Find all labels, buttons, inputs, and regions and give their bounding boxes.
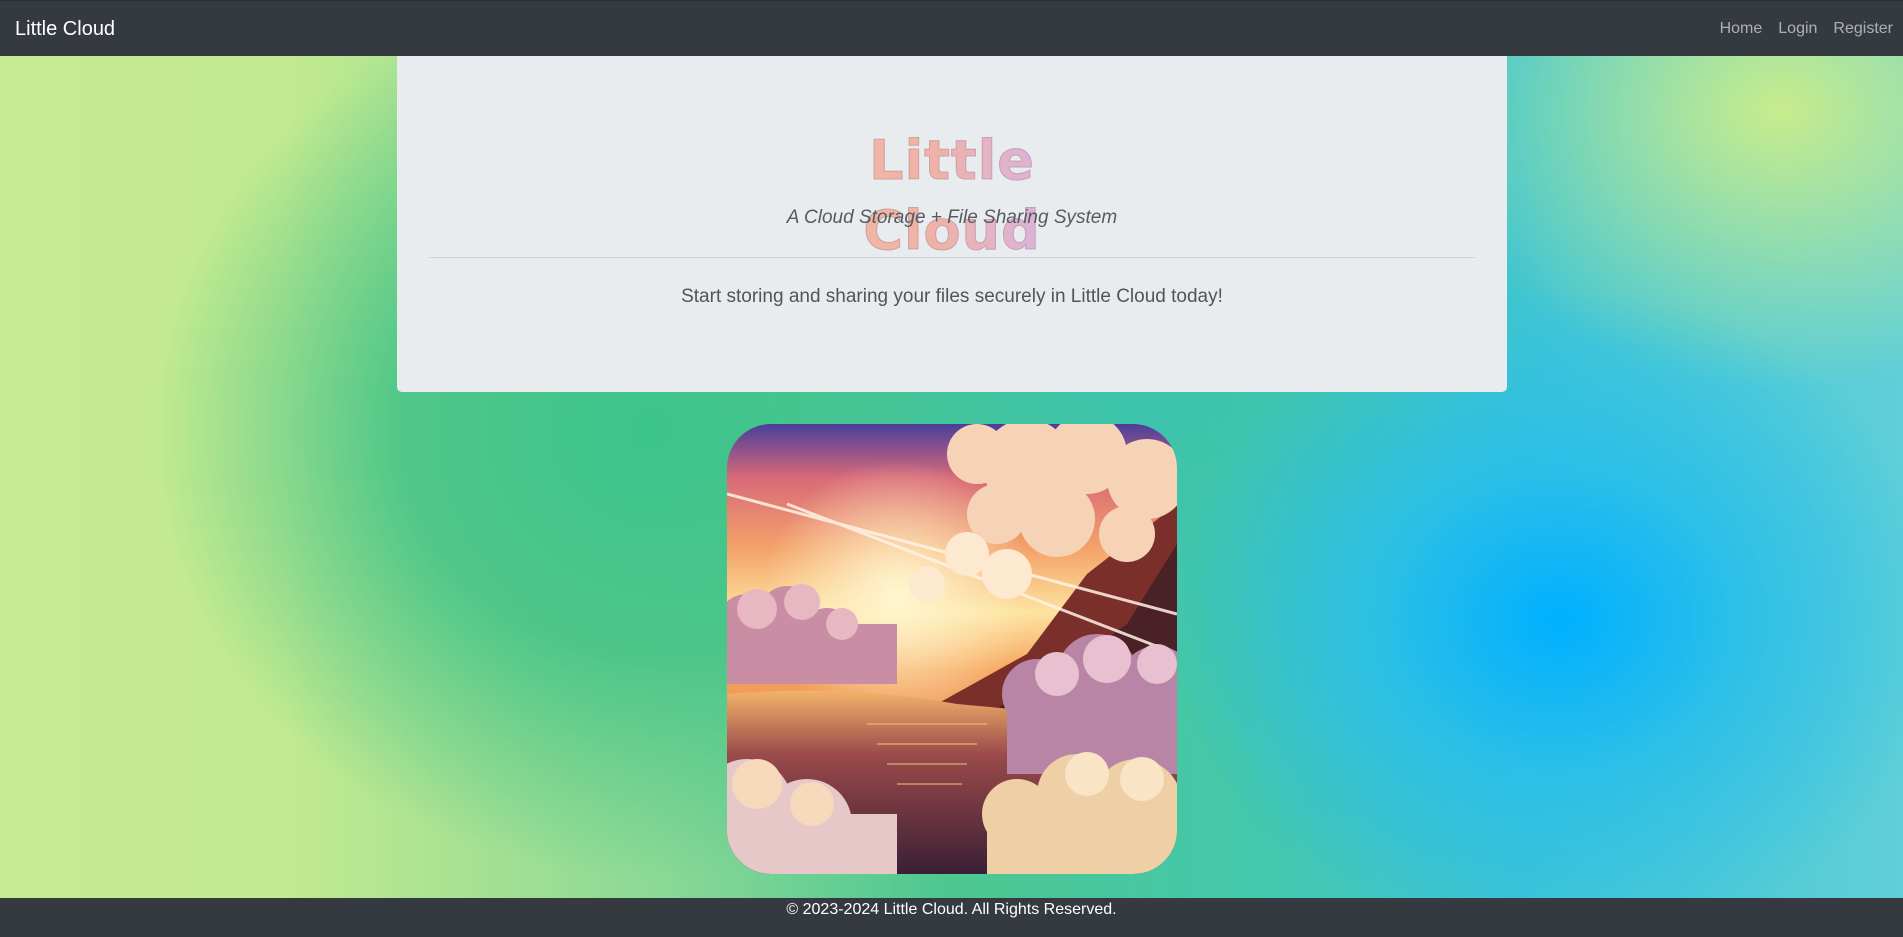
page-subtitle: A Cloud Storage + File Sharing System (786, 207, 1118, 228)
nav-links: Home Login Register (1720, 19, 1893, 39)
page-title: Little Cloud (802, 126, 1102, 266)
sunset-clouds-illustration-icon (727, 424, 1177, 874)
nav-link-register[interactable]: Register (1833, 19, 1893, 39)
footer: © 2023-2024 Little Cloud. All Rights Res… (0, 898, 1903, 937)
hero-image (727, 424, 1177, 874)
jumbotron: Little Cloud A Cloud Storage + File Shar… (397, 56, 1507, 392)
navbar: Little Cloud Home Login Register (0, 0, 1903, 56)
divider (429, 257, 1475, 258)
footer-copyright: © 2023-2024 Little Cloud. All Rights Res… (786, 901, 1117, 918)
navbar-brand[interactable]: Little Cloud (15, 17, 115, 41)
lead-text: Start storing and sharing your files sec… (681, 286, 1223, 307)
nav-link-home[interactable]: Home (1720, 19, 1763, 39)
nav-link-login[interactable]: Login (1778, 19, 1817, 39)
